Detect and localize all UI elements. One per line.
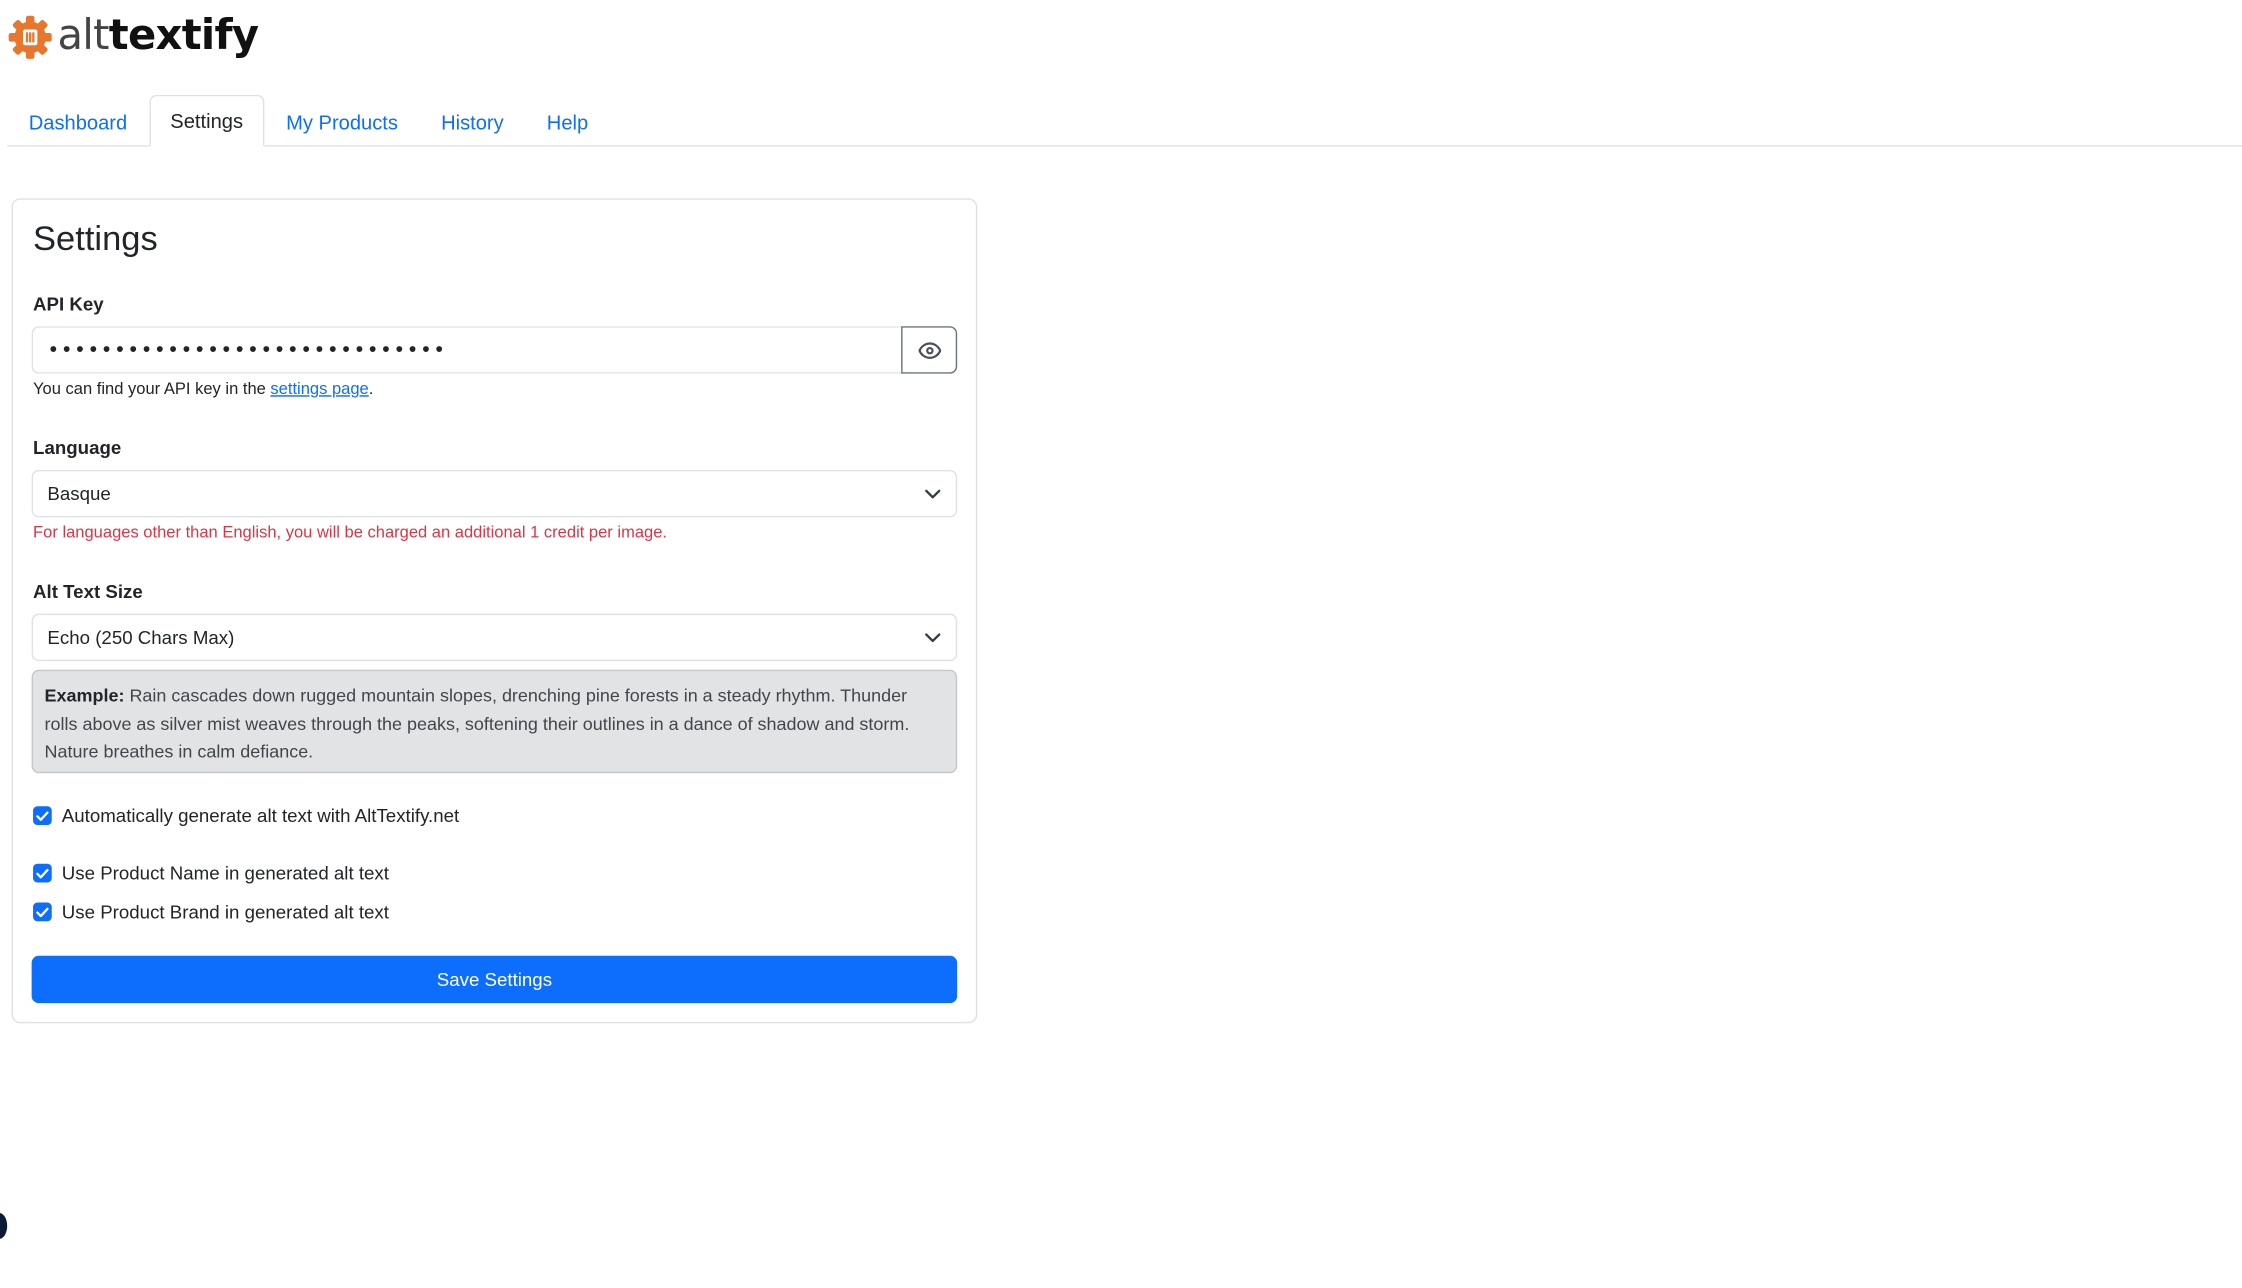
alt-text-size-label: Alt Text Size	[33, 580, 143, 603]
use-product-name-option[interactable]: Use Product Name in generated alt text	[33, 862, 389, 884]
auto-generate-option[interactable]: Automatically generate alt text with Alt…	[33, 804, 460, 827]
api-key-label: API Key	[33, 293, 104, 315]
language-select[interactable]: Basque	[31, 469, 958, 518]
checkmark-icon	[36, 810, 49, 821]
api-key-input[interactable]: ••••••••••••••••••••••••••••••	[31, 326, 902, 374]
chevron-down-icon	[925, 632, 941, 642]
tab-dashboard[interactable]: Dashboard	[7, 98, 149, 147]
tab-help[interactable]: Help	[525, 98, 610, 147]
alt-text-size-select[interactable]: Echo (250 Chars Max)	[31, 613, 958, 662]
save-settings-button[interactable]: Save Settings	[31, 955, 958, 1004]
api-key-help-text: You can find your API key in the setting…	[33, 380, 374, 399]
use-product-brand-checkbox[interactable]	[33, 902, 52, 922]
floating-widget-button[interactable]	[0, 1212, 8, 1239]
use-product-brand-option[interactable]: Use Product Brand in generated alt text	[33, 901, 389, 923]
example-text: Rain cascades down rugged mountain slope…	[44, 685, 910, 762]
settings-page-link[interactable]: settings page	[270, 381, 368, 398]
toggle-api-key-visibility-button[interactable]	[901, 326, 958, 374]
tab-settings[interactable]: Settings	[148, 94, 265, 147]
language-selected-value: Basque	[47, 482, 111, 505]
api-key-group: ••••••••••••••••••••••••••••••	[31, 326, 958, 374]
use-product-brand-label: Use Product Brand in generated alt text	[61, 901, 389, 923]
language-label: Language	[33, 436, 122, 459]
use-product-name-checkbox[interactable]	[33, 863, 52, 883]
language-warning-text: For languages other than English, you wi…	[33, 524, 668, 542]
tab-history[interactable]: History	[420, 98, 526, 147]
app-logo[interactable]: alttextify	[7, 9, 259, 66]
chevron-down-icon	[925, 488, 941, 498]
use-product-name-label: Use Product Name in generated alt text	[61, 862, 389, 884]
app-stage: alttextify Dashboard Settings My Product…	[0, 0, 2242, 1288]
logo-wordmark: alttextify	[57, 9, 259, 59]
settings-card: Settings API Key •••••••••••••••••••••••…	[11, 198, 978, 1024]
nav-tabs: Dashboard Settings My Products History H…	[7, 94, 2242, 147]
eye-icon	[917, 341, 941, 359]
checkmark-icon	[36, 868, 49, 878]
example-label: Example:	[44, 685, 125, 706]
gear-camera-icon	[8, 15, 52, 59]
auto-generate-checkbox[interactable]	[33, 806, 52, 825]
auto-generate-label: Automatically generate alt text with Alt…	[61, 804, 460, 827]
page-title: Settings	[33, 219, 158, 259]
checkmark-icon	[36, 907, 49, 917]
tab-my-products[interactable]: My Products	[265, 98, 420, 147]
alt-text-example-box: Example: Rain cascades down rugged mount…	[31, 669, 958, 774]
alt-text-size-selected-value: Echo (250 Chars Max)	[47, 626, 235, 649]
